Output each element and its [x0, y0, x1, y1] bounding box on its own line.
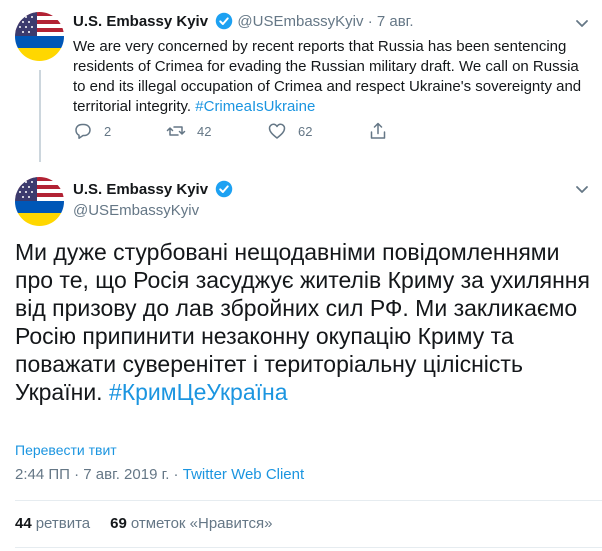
main-tweet-text: Ми дуже стурбовані нещодавніми повідомле…	[15, 238, 590, 406]
avatar-flag-icon	[15, 177, 64, 226]
main-hashtag-link[interactable]: #КримЦеУкраїна	[109, 379, 288, 405]
tweet-timestamp[interactable]: 2:44 ПП · 7 авг. 2019 г. ·	[15, 466, 183, 483]
parent-chevron-down-icon[interactable]	[573, 14, 591, 32]
like-stat-count[interactable]: 69	[110, 515, 127, 532]
retweet-icon	[166, 126, 186, 136]
parent-tweet-actions: 2 42 62	[73, 121, 393, 143]
retweet-count: 42	[197, 123, 212, 139]
reply-button[interactable]: 2	[73, 121, 111, 141]
retweet-stat-label[interactable]: ретвита	[36, 515, 90, 532]
parent-separator: ·	[367, 13, 373, 30]
like-stat-label[interactable]: отметок «Нравится»	[131, 515, 273, 532]
thread-connector	[39, 70, 41, 162]
reply-icon	[75, 123, 91, 139]
like-count: 62	[298, 123, 313, 139]
reply-count: 2	[104, 123, 112, 139]
retweet-button[interactable]: 42	[166, 121, 211, 141]
tweet-stats: 44 ретвита 69 отметок «Нравится»	[15, 515, 293, 532]
like-icon	[268, 123, 286, 139]
parent-author-name[interactable]: U.S. Embassy Kyiv	[73, 13, 208, 30]
share-button[interactable]	[368, 121, 388, 141]
share-icon	[370, 122, 386, 139]
parent-tweet-header: U.S. Embassy Kyiv @USEmbassyKyiv · 7 авг…	[73, 12, 414, 32]
parent-avatar[interactable]	[15, 12, 64, 61]
main-chevron-down-icon[interactable]	[573, 180, 591, 198]
avatar-flag-icon	[15, 12, 64, 61]
main-tweet-header: U.S. Embassy Kyiv	[73, 180, 233, 200]
main-author-name[interactable]: U.S. Embassy Kyiv	[73, 181, 208, 198]
verified-badge-icon	[215, 180, 233, 198]
parent-handle[interactable]: @USEmbassyKyiv	[237, 13, 363, 30]
parent-tweet-body: We are very concerned by recent reports …	[73, 38, 582, 115]
divider	[15, 547, 602, 548]
parent-tweet-text: We are very concerned by recent reports …	[73, 37, 583, 117]
main-avatar[interactable]	[15, 177, 64, 226]
main-tweet-body: Ми дуже стурбовані нещодавніми повідомле…	[15, 239, 590, 405]
tweet-client-link[interactable]: Twitter Web Client	[183, 466, 304, 483]
divider	[15, 500, 602, 501]
verified-badge-icon	[215, 12, 233, 30]
translate-tweet-link[interactable]: Перевести твит	[15, 442, 117, 458]
tweet-meta: 2:44 ПП · 7 авг. 2019 г. · Twitter Web C…	[15, 466, 304, 483]
retweet-stat-count[interactable]: 44	[15, 515, 32, 532]
parent-date[interactable]: 7 авг.	[377, 13, 414, 30]
main-handle[interactable]: @USEmbassyKyiv	[73, 201, 199, 221]
parent-hashtag-link[interactable]: #CrimeaIsUkraine	[195, 98, 315, 115]
like-button[interactable]: 62	[267, 121, 312, 141]
